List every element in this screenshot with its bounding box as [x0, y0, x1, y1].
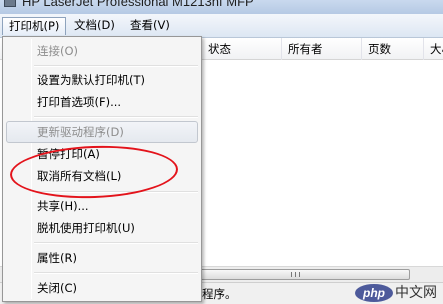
menu-document[interactable]: 文档(D)	[68, 17, 121, 35]
menu-separator	[34, 272, 198, 274]
menu-item-cancel-all[interactable]: 取消所有文档(L)	[6, 165, 198, 187]
column-size[interactable]: 大小	[424, 38, 443, 60]
menu-item-offline[interactable]: 脱机使用打印机(U)	[6, 217, 198, 239]
php-logo: php	[355, 284, 393, 302]
printer-menu-dropdown: 连接(O) 设置为默认打印机(T) 打印首选项(F)... 更新驱动程序(D) …	[2, 36, 202, 302]
column-pages[interactable]: 页数	[362, 38, 424, 60]
menu-separator	[34, 242, 198, 244]
grip-icon	[291, 272, 300, 277]
status-text: 程序。	[202, 287, 237, 301]
menu-printer[interactable]: 打印机(P)	[2, 17, 67, 35]
watermark: php 中文网	[355, 284, 441, 302]
menu-item-properties[interactable]: 属性(R)	[6, 247, 198, 269]
menu-separator	[34, 191, 198, 193]
menu-view[interactable]: 查看(V)	[124, 17, 176, 35]
title-bar: HP LaserJet Professional M1213nf MFP	[0, 0, 443, 14]
menu-item-pause[interactable]: 暂停打印(A)	[6, 143, 198, 165]
column-owner[interactable]: 所有者	[282, 38, 362, 60]
menu-bar: 打印机(P) 文档(D) 查看(V)	[0, 14, 443, 38]
menu-item-set-default[interactable]: 设置为默认打印机(T)	[6, 69, 198, 91]
window-title: HP LaserJet Professional M1213nf MFP	[22, 0, 254, 9]
menu-separator	[34, 116, 198, 118]
scrollbar-thumb[interactable]	[180, 269, 410, 280]
watermark-text: 中文网	[395, 285, 437, 301]
menu-item-close[interactable]: 关闭(C)	[6, 277, 198, 299]
column-status[interactable]: 状态	[202, 38, 282, 60]
menu-separator	[34, 65, 198, 67]
menu-item-update-driver: 更新驱动程序(D)	[6, 121, 198, 143]
menu-item-connect: 连接(O)	[37, 44, 79, 58]
menu-item-preferences[interactable]: 打印首选项(F)...	[6, 91, 198, 113]
menu-item-share[interactable]: 共享(H)...	[6, 195, 198, 217]
printer-icon	[4, 0, 16, 7]
